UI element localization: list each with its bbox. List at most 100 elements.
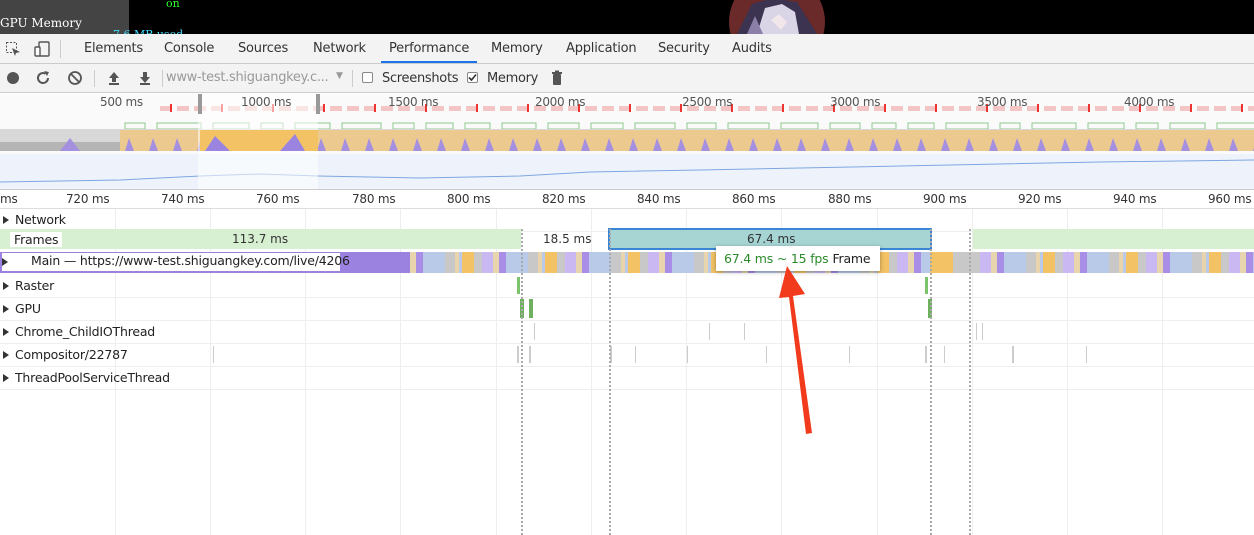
tab-audits[interactable]: Audits [732, 34, 772, 63]
ruler-tick: 920 ms [1018, 192, 1062, 206]
track-label: Chrome_ChildIOThread [15, 324, 156, 339]
devtools-window: GPU Memory 7.6 MB used on Elements Conso… [0, 0, 1254, 535]
track-gpu[interactable]: GPU [0, 298, 1254, 321]
screenshots-label: Screenshots [382, 71, 459, 86]
track-compositor[interactable]: Compositor/22787 [0, 344, 1254, 367]
expand-arrow-icon[interactable] [3, 374, 9, 382]
frame-block[interactable] [973, 229, 1254, 249]
expand-arrow-icon[interactable] [3, 305, 9, 313]
ruler-tick: 780 ms [352, 192, 396, 206]
tab-elements[interactable]: Elements [84, 34, 143, 63]
overview-tick: 3000 ms [830, 95, 881, 109]
overview-tick: 500 ms [100, 95, 143, 109]
thread-task [635, 346, 636, 363]
frame-tooltip: 67.4 ms ~ 15 fps Frame [716, 246, 880, 271]
thread-task [1012, 346, 1014, 363]
load-profile-icon[interactable] [106, 70, 122, 86]
thread-task [529, 346, 531, 363]
overview-tick: 2500 ms [682, 95, 733, 109]
ruler-tick: ms [0, 192, 18, 206]
page-avatar-image [727, 0, 827, 34]
thread-task [982, 323, 983, 340]
toolbar-divider [94, 70, 95, 87]
clear-icon[interactable] [67, 70, 83, 86]
tab-performance[interactable]: Performance [381, 34, 478, 63]
ruler-tick: 760 ms [256, 192, 300, 206]
performance-toolbar: www-test.shiguangkey.c... ▼ Screenshots … [0, 64, 1254, 93]
frame-boundary-line [521, 229, 523, 535]
overview-chart [0, 94, 1254, 189]
tab-network[interactable]: Network [313, 34, 366, 63]
ruler-tick: 800 ms [447, 192, 491, 206]
tooltip-word: Frame [832, 251, 871, 266]
thread-task [687, 346, 688, 363]
tab-divider [60, 40, 61, 58]
inspect-element-icon[interactable] [5, 41, 21, 57]
ruler-tick: 720 ms [66, 192, 110, 206]
toolbar-divider [162, 70, 163, 87]
track-label: ThreadPoolServiceThread [15, 370, 170, 385]
track-childio[interactable]: Chrome_ChildIOThread [0, 321, 1254, 344]
tab-sources[interactable]: Sources [238, 34, 288, 63]
tab-console[interactable]: Console [164, 34, 214, 63]
gpu-task[interactable] [529, 299, 533, 318]
page-preview-strip: GPU Memory 7.6 MB used on [0, 0, 1254, 41]
ruler-tick: 940 ms [1113, 192, 1157, 206]
record-icon[interactable] [5, 70, 21, 86]
track-main[interactable]: Main — https://www-test.shiguangkey.com/… [0, 252, 1254, 273]
garbage-collect-icon[interactable] [549, 70, 565, 86]
thread-task [709, 323, 710, 340]
save-profile-icon[interactable] [137, 70, 153, 86]
expand-arrow-icon[interactable] [2, 258, 8, 266]
ruler-tick: 960 ms [1208, 192, 1252, 206]
overview-tick: 3500 ms [977, 95, 1028, 109]
tab-memory[interactable]: Memory [491, 34, 543, 63]
raster-task[interactable] [925, 277, 928, 294]
thread-task [849, 346, 850, 363]
tab-security[interactable]: Security [658, 34, 710, 63]
raster-task[interactable] [517, 277, 520, 294]
track-label: Frames [10, 232, 63, 247]
timeline-ruler: ms 720 ms 740 ms 760 ms 780 ms 800 ms 82… [0, 191, 1254, 209]
recording-url-select[interactable]: www-test.shiguangkey.c... [166, 70, 346, 86]
track-label: GPU [15, 301, 41, 316]
track-label: Raster [15, 278, 55, 293]
devtools-tab-bar: Elements Console Sources Network Perform… [0, 34, 1254, 64]
thread-task [534, 323, 535, 340]
timeline-overview[interactable]: 500 ms 1000 ms 1500 ms 2000 ms 2500 ms 3… [0, 94, 1254, 190]
thread-task [976, 323, 977, 340]
memory-checkbox[interactable] [467, 72, 478, 83]
track-threadpool[interactable]: ThreadPoolServiceThread [0, 367, 1254, 390]
thread-task [213, 346, 214, 363]
overview-tick: 1000 ms [241, 95, 292, 109]
ruler-tick: 860 ms [732, 192, 776, 206]
chevron-down-icon[interactable]: ▼ [336, 71, 343, 81]
ruler-tick: 900 ms [923, 192, 967, 206]
track-raster[interactable]: Raster [0, 275, 1254, 298]
frame-duration-label: 67.4 ms [747, 232, 796, 246]
on-indicator: on [166, 0, 180, 10]
track-label: Network [15, 212, 66, 227]
ruler-tick: 840 ms [637, 192, 681, 206]
gpu-memory-panel: GPU Memory 7.6 MB used [0, 0, 183, 41]
tab-application[interactable]: Application [566, 34, 637, 63]
thread-task [766, 346, 767, 363]
toolbar-divider [352, 70, 353, 87]
reload-record-icon[interactable] [35, 70, 51, 86]
frame-duration-label: 18.5 ms [543, 232, 592, 246]
frame-duration-label: 113.7 ms [232, 232, 289, 246]
thread-task [925, 346, 927, 363]
frame-boundary-line [609, 229, 611, 535]
timeline-tracks: Network Frames 113.7 ms 18.5 ms 67.4 ms … [0, 209, 1254, 535]
expand-arrow-icon[interactable] [3, 282, 9, 290]
memory-label: Memory [487, 71, 539, 86]
track-label: Main — https://www-test.shiguangkey.com/… [31, 253, 350, 268]
expand-arrow-icon[interactable] [3, 351, 9, 359]
expand-arrow-icon[interactable] [3, 328, 9, 336]
screenshots-checkbox[interactable] [362, 72, 373, 83]
expand-arrow-icon[interactable] [3, 216, 9, 224]
overview-tick: 2000 ms [535, 95, 586, 109]
device-toolbar-icon[interactable] [34, 41, 50, 57]
overview-tick: 1500 ms [388, 95, 439, 109]
tooltip-fps: 67.4 ms ~ 15 fps [724, 251, 829, 266]
